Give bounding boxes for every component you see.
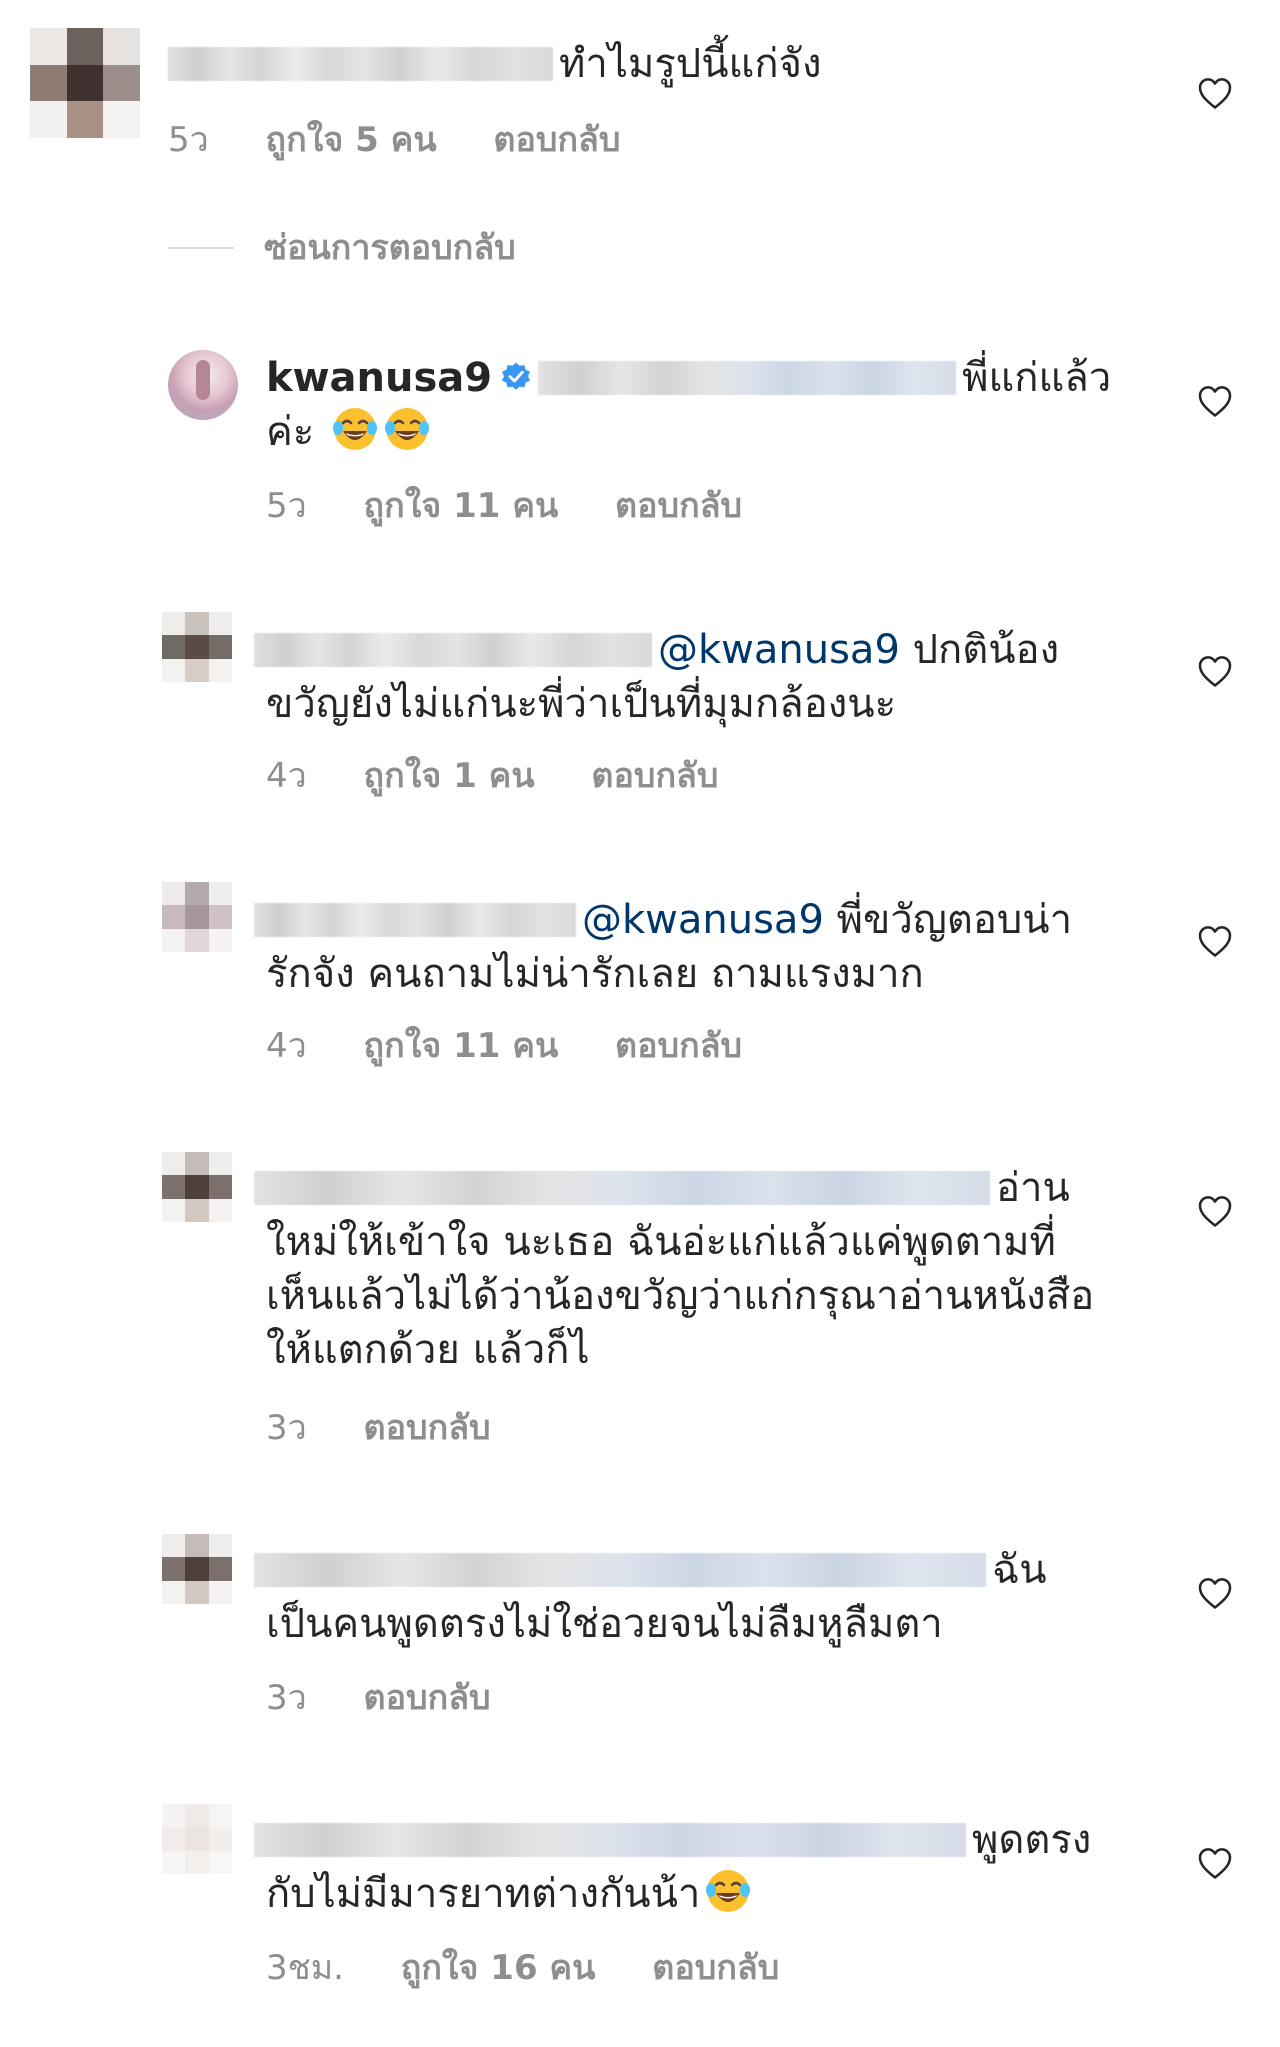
heart-outline-icon[interactable] bbox=[1196, 1846, 1234, 1882]
comment-text-line: พี่ขวัญตอบน่า bbox=[836, 897, 1073, 943]
verified-badge-icon bbox=[502, 362, 531, 390]
blurred-username[interactable] bbox=[254, 1171, 990, 1205]
comment-text-line: อ่าน bbox=[996, 1165, 1070, 1211]
comment-text-line: ใหม่ให้เข้าใจ นะเธอ ฉันอ่ะแก่แล้วแค่พูดต… bbox=[266, 1219, 1056, 1265]
comment-text: ทำไมรูปนี้แก่จัง bbox=[168, 36, 822, 92]
comment-meta: 3ชม. ถูกใจ 16 คน ตอบกลับ bbox=[266, 1946, 825, 1990]
blurred-username[interactable] bbox=[254, 1553, 986, 1587]
comment-text-line: เป็นคนพูดตรงไม่ใช่อวยจนไม่ลืมหูลืมตา bbox=[266, 1601, 943, 1647]
comment-text-line: ค่ะ bbox=[266, 409, 315, 455]
comment-time: 5ว bbox=[168, 120, 209, 160]
comment-text-line: ขวัญยังไม่แก่นะพี่ว่าเป็นที่มุมกล้องนะ bbox=[266, 681, 897, 727]
comment-meta: 4ว ถูกใจ 11 คน ตอบกลับ bbox=[266, 1024, 788, 1068]
comment-time: 3ว bbox=[266, 1408, 307, 1448]
reply-button[interactable]: ตอบกลับ bbox=[652, 1946, 779, 1990]
comment-text: เป็นคนพูดตรงไม่ใช่อวยจนไม่ลืมหูลืมตา bbox=[266, 1596, 943, 1652]
divider-line bbox=[168, 247, 234, 249]
comment-text: ฉัน bbox=[254, 1542, 1047, 1598]
comment-text-line: ทำไมรูปนี้แก่จัง bbox=[559, 41, 822, 87]
face-with-tears-of-joy-emoji bbox=[332, 408, 377, 450]
blurred-username[interactable] bbox=[254, 1823, 966, 1857]
like-count[interactable]: ถูกใจ 11 คน bbox=[364, 1024, 559, 1068]
comment-text: @kwanusa9 ปกติน้อง bbox=[254, 622, 1059, 678]
comment-time: 5ว bbox=[266, 486, 307, 526]
avatar[interactable] bbox=[162, 612, 232, 682]
reply-button[interactable]: ตอบกลับ bbox=[615, 484, 742, 528]
comment-text: kwanusa9 พี่แก่แล้ว bbox=[266, 350, 1111, 406]
blurred-username[interactable] bbox=[254, 633, 652, 667]
comment-text-line: กับไม่มีมารยาทต่างกันน้า bbox=[266, 1871, 701, 1917]
avatar[interactable] bbox=[168, 350, 238, 420]
comment-meta: 5ว ถูกใจ 5 คน ตอบกลับ bbox=[168, 118, 666, 162]
hide-replies-label: ซ่อนการตอบกลับ bbox=[264, 228, 516, 268]
comment-text: ค่ะ bbox=[266, 404, 431, 460]
blurred-username[interactable] bbox=[254, 903, 576, 937]
avatar[interactable] bbox=[162, 882, 232, 952]
reply-button[interactable]: ตอบกลับ bbox=[615, 1024, 742, 1068]
comment-text: เห็นแล้วไม่ได้ว่าน้องขวัญว่าแก่กรุณาอ่าน… bbox=[266, 1268, 1094, 1324]
reply-button[interactable]: ตอบกลับ bbox=[364, 1676, 491, 1720]
comment-text: ให้แตกด้วย แล้วก็ไ bbox=[266, 1322, 590, 1378]
mention-link[interactable]: @kwanusa9 bbox=[582, 897, 824, 943]
comment-text-line: พี่แก่แล้ว bbox=[962, 355, 1112, 401]
like-count[interactable]: ถูกใจ 11 คน bbox=[364, 484, 559, 528]
avatar[interactable] bbox=[162, 1804, 232, 1874]
mention-link[interactable]: @kwanusa9 bbox=[658, 627, 900, 673]
comment-text: ขวัญยังไม่แก่นะพี่ว่าเป็นที่มุมกล้องนะ bbox=[266, 676, 896, 732]
comment-text: กับไม่มีมารยาทต่างกันน้า bbox=[266, 1866, 752, 1922]
comment-text: พูดตรง bbox=[254, 1812, 1091, 1868]
face-with-tears-of-joy-emoji bbox=[384, 408, 429, 450]
comment-text: ใหม่ให้เข้าใจ นะเธอ ฉันอ่ะแก่แล้วแค่พูดต… bbox=[266, 1214, 1056, 1270]
heart-outline-icon[interactable] bbox=[1196, 654, 1234, 690]
heart-outline-icon[interactable] bbox=[1196, 76, 1234, 112]
comment-text-line: เห็นแล้วไม่ได้ว่าน้องขวัญว่าแก่กรุณาอ่าน… bbox=[266, 1273, 1095, 1319]
comment-time: 4ว bbox=[266, 756, 307, 796]
reply-button[interactable]: ตอบกลับ bbox=[591, 754, 718, 798]
like-count[interactable]: ถูกใจ 5 คน bbox=[266, 118, 437, 162]
comment-meta: 3ว ตอบกลับ bbox=[266, 1406, 537, 1450]
like-count[interactable]: ถูกใจ 1 คน bbox=[364, 754, 535, 798]
comment-meta: 4ว ถูกใจ 1 คน ตอบกลับ bbox=[266, 754, 764, 798]
blurred-username[interactable] bbox=[168, 47, 553, 81]
comment-text-line: ปกติน้อง bbox=[912, 627, 1060, 673]
comment-text: @kwanusa9 พี่ขวัญตอบน่า bbox=[254, 892, 1072, 948]
like-count[interactable]: ถูกใจ 16 คน bbox=[401, 1946, 596, 1990]
heart-outline-icon[interactable] bbox=[1196, 1194, 1234, 1230]
comment-meta: 3ว ตอบกลับ bbox=[266, 1676, 537, 1720]
comment-text-line: ให้แตกด้วย แล้วก็ไ bbox=[266, 1327, 590, 1373]
comment-text: รักจัง คนถามไม่น่ารักเลย ถามแรงมาก bbox=[266, 946, 924, 1002]
comment-time: 4ว bbox=[266, 1026, 307, 1066]
reply-button[interactable]: ตอบกลับ bbox=[364, 1406, 491, 1450]
hide-replies-button[interactable]: ซ่อนการตอบกลับ bbox=[168, 226, 516, 270]
comment-time: 3ว bbox=[266, 1678, 307, 1718]
comment-text-line: รักจัง คนถามไม่น่ารักเลย ถามแรงมาก bbox=[266, 951, 924, 997]
heart-outline-icon[interactable] bbox=[1196, 384, 1234, 420]
comment-text-line: พูดตรง bbox=[972, 1817, 1092, 1863]
face-with-tears-of-joy-emoji bbox=[706, 1870, 751, 1912]
avatar[interactable] bbox=[162, 1534, 232, 1604]
blurred-mention[interactable] bbox=[538, 361, 957, 395]
heart-outline-icon[interactable] bbox=[1196, 924, 1234, 960]
comment-text-line: ฉัน bbox=[992, 1547, 1047, 1593]
reply-button[interactable]: ตอบกลับ bbox=[493, 118, 620, 162]
comment-text: อ่าน bbox=[254, 1160, 1070, 1216]
avatar[interactable] bbox=[30, 28, 140, 138]
heart-outline-icon[interactable] bbox=[1196, 1576, 1234, 1612]
comment-meta: 5ว ถูกใจ 11 คน ตอบกลับ bbox=[266, 484, 788, 528]
avatar[interactable] bbox=[162, 1152, 232, 1222]
comment-username[interactable]: kwanusa9 bbox=[266, 355, 492, 401]
comment-time: 3ชม. bbox=[266, 1948, 344, 1988]
